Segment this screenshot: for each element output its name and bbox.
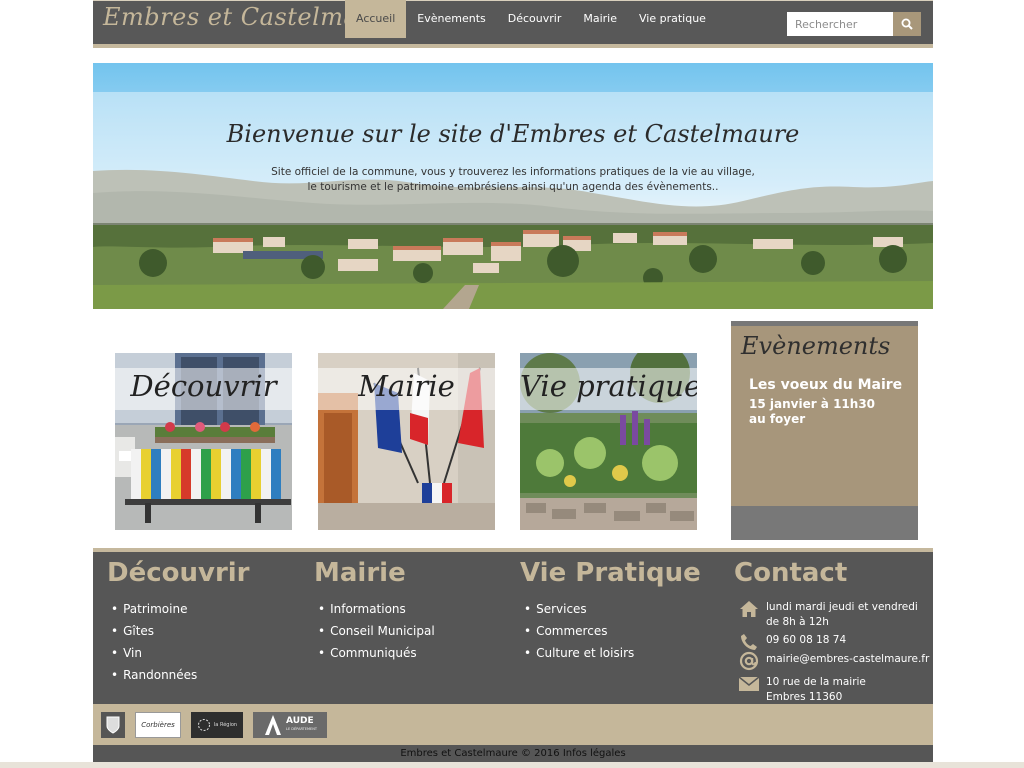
search-icon	[901, 18, 913, 30]
contact-address: 10 rue de la mairie Embres 11360	[738, 675, 866, 705]
home-icon	[740, 601, 758, 617]
footer-link-gites[interactable]: Gîtes	[111, 623, 197, 645]
footer-vie-pratique-title[interactable]: Vie Pratique	[520, 558, 701, 588]
nav-item-decouvrir[interactable]: Découvrir	[497, 0, 573, 38]
nav-item-vie-pratique[interactable]: Vie pratique	[628, 0, 717, 38]
region-star-icon	[197, 719, 210, 731]
hero-subtitle: Site officiel de la commune, vous y trou…	[253, 165, 773, 195]
footer-vie-pratique-list: Services Commerces Culture et loisirs	[524, 601, 634, 667]
contact-phone: 09 60 08 18 74	[738, 633, 846, 651]
search-form	[787, 12, 921, 36]
tile-mairie-label: Mairie	[358, 369, 455, 403]
footer-link-conseil-municipal[interactable]: Conseil Municipal	[318, 623, 435, 645]
contact-address-line2: Embres 11360	[766, 691, 843, 703]
region-logo-text: la Région	[213, 722, 238, 728]
events-title[interactable]: Evènements	[741, 332, 890, 360]
aude-a-icon	[265, 715, 281, 735]
contact-address-line1: 10 rue de la mairie	[766, 676, 866, 688]
tile-mairie[interactable]: Mairie	[318, 353, 495, 530]
footer-link-culture-loisirs[interactable]: Culture et loisirs	[524, 645, 634, 667]
aude-logo-text: AUDE	[286, 716, 314, 726]
footer-link-informations[interactable]: Informations	[318, 601, 435, 623]
nav-item-accueil[interactable]: Accueil	[345, 0, 407, 38]
search-input[interactable]	[787, 12, 893, 36]
footer-contact-title: Contact	[734, 558, 848, 588]
event-item-date: 15 janvier à 11h30	[749, 397, 876, 411]
tile-vie-pratique-label: Vie pratique	[520, 369, 697, 403]
event-item-title[interactable]: Les voeux du Maire	[749, 377, 902, 393]
footer-link-vin[interactable]: Vin	[111, 645, 197, 667]
header-navbar: Embres et Castelmaure Accueil Evènements…	[93, 0, 933, 48]
event-item-place: au foyer	[749, 412, 806, 426]
events-panel: Evènements Les voeux du Maire 15 janvier…	[731, 321, 918, 540]
contact-hours-line1: lundi mardi jeudi et vendredi	[766, 601, 918, 613]
contact-email-address[interactable]: mairie@embres-castelmaure.fr	[766, 652, 929, 667]
footer-decouvrir-title[interactable]: Découvrir	[107, 558, 250, 588]
hero-subtitle-line2: le tourisme et le patrimoine embrésiens …	[307, 181, 719, 193]
hero-subtitle-line1: Site officiel de la commune, vous y trou…	[271, 166, 755, 178]
footer-mairie-list: Informations Conseil Municipal Communiqu…	[318, 601, 435, 667]
tile-vie-pratique[interactable]: Vie pratique	[520, 353, 697, 530]
contact-hours-line2: de 8h à 12h	[766, 616, 829, 628]
hero-title: Bienvenue sur le site d'Embres et Castel…	[226, 120, 800, 148]
region-logo[interactable]: la Région	[191, 712, 243, 738]
crest-icon	[106, 716, 120, 734]
contact-hours: lundi mardi jeudi et vendredi de 8h à 12…	[738, 600, 918, 630]
footer-link-communiques[interactable]: Communiqués	[318, 645, 435, 667]
aude-logo[interactable]: AUDE LE DÉPARTEMENT	[253, 712, 327, 738]
phone-icon	[741, 634, 757, 650]
page-bottom-strip	[0, 762, 1024, 768]
corbieres-logo-text: Corbières	[141, 721, 175, 729]
nav-item-mairie[interactable]: Mairie	[572, 0, 628, 38]
nav-item-evenements[interactable]: Evènements	[406, 0, 496, 38]
commune-crest-logo[interactable]	[101, 712, 125, 738]
copyright-bar: Embres et Castelmaure © 2016 Infos légal…	[93, 745, 933, 762]
main-nav: Accueil Evènements Découvrir Mairie Vie …	[345, 0, 717, 38]
tile-decouvrir-label: Découvrir	[130, 369, 277, 403]
footer-link-randonnees[interactable]: Randonnées	[111, 667, 197, 689]
search-button[interactable]	[893, 12, 921, 36]
envelope-icon	[738, 676, 760, 691]
copyright-text[interactable]: Embres et Castelmaure © 2016 Infos légal…	[400, 748, 625, 759]
tile-decouvrir[interactable]: Découvrir	[115, 353, 292, 530]
footer-link-patrimoine[interactable]: Patrimoine	[111, 601, 197, 623]
partner-logos-bar: Corbières la Région AUDE LE DÉPARTEMENT	[93, 704, 933, 745]
events-footer-bar	[731, 506, 918, 540]
site-footer: Découvrir Patrimoine Gîtes Vin Randonnée…	[93, 548, 933, 704]
corbieres-logo[interactable]: Corbières	[135, 712, 181, 738]
contact-email: mairie@embres-castelmaure.fr	[738, 651, 929, 671]
footer-link-services[interactable]: Services	[524, 601, 634, 623]
hero-banner: Bienvenue sur le site d'Embres et Castel…	[93, 63, 933, 309]
footer-mairie-title[interactable]: Mairie	[314, 558, 406, 588]
contact-phone-number[interactable]: 09 60 08 18 74	[766, 633, 846, 648]
at-sign-icon	[739, 651, 759, 671]
footer-link-commerces[interactable]: Commerces	[524, 623, 634, 645]
aude-logo-subtext: LE DÉPARTEMENT	[286, 727, 317, 731]
footer-decouvrir-list: Patrimoine Gîtes Vin Randonnées	[111, 601, 197, 689]
event-item-detail: 15 janvier à 11h30 au foyer	[749, 397, 875, 427]
hero-overlay	[93, 92, 933, 223]
